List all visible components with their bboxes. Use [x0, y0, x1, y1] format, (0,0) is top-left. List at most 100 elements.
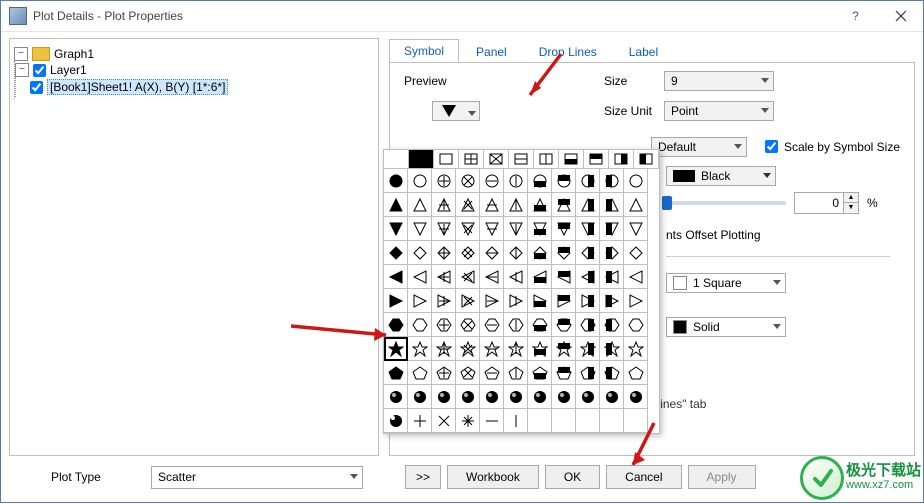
palette-cell-star-3[interactable]	[456, 337, 480, 361]
cancel-button[interactable]: Cancel	[606, 465, 681, 489]
palette-cell-sphere-7[interactable]	[552, 385, 576, 409]
palette-cell-diamond-4[interactable]	[480, 241, 504, 265]
palette-cell-triangle-down-3[interactable]	[456, 217, 480, 241]
plot-type-select[interactable]: Scatter	[151, 466, 363, 489]
palette-cell-circle-7[interactable]	[552, 169, 576, 193]
palette-cell-pentagon-8[interactable]	[576, 361, 600, 385]
palette-cell-star-9[interactable]	[600, 337, 624, 361]
palette-cell-sphere-5[interactable]	[504, 385, 528, 409]
palette-cell-pentagon-7[interactable]	[552, 361, 576, 385]
palette-cell-triangle-up-9[interactable]	[600, 193, 624, 217]
apply-button[interactable]: Apply	[688, 465, 756, 489]
palette-cell-triangle-down-8[interactable]	[576, 217, 600, 241]
palette-cell-hexagon-5[interactable]	[504, 313, 528, 337]
palette-cell-hexagon-1[interactable]	[408, 313, 432, 337]
palette-cell-triangle-down-0[interactable]	[384, 217, 408, 241]
palette-cell-sphere-6[interactable]	[528, 385, 552, 409]
palette-cell-triangle-down-1[interactable]	[408, 217, 432, 241]
palette-cell-sphere-1[interactable]	[408, 385, 432, 409]
palette-cell-pentagon-1[interactable]	[408, 361, 432, 385]
palette-cell-triangle-left-4[interactable]	[480, 265, 504, 289]
edge-thickness-combo[interactable]: Default	[651, 137, 747, 157]
palette-cell-pentagon-3[interactable]	[456, 361, 480, 385]
palette-cell-triangle-down-4[interactable]	[480, 217, 504, 241]
palette-cell-last-6[interactable]	[528, 409, 552, 433]
palette-cell-last-8[interactable]	[576, 409, 600, 433]
palette-cell-last-3[interactable]	[456, 409, 480, 433]
palette-cell-triangle-down-10[interactable]	[624, 217, 648, 241]
palette-cell-triangle-up-2[interactable]	[432, 193, 456, 217]
palette-cell-triangle-left-7[interactable]	[552, 265, 576, 289]
palette-cell-triangle-up-7[interactable]	[552, 193, 576, 217]
palette-cell-circle-4[interactable]	[480, 169, 504, 193]
palette-cell-triangle-down-6[interactable]	[528, 217, 552, 241]
palette-cell-triangle-down-9[interactable]	[600, 217, 624, 241]
palette-cell-triangle-up-3[interactable]	[456, 193, 480, 217]
palette-cell-circle-3[interactable]	[456, 169, 480, 193]
palette-cell-star-8[interactable]	[576, 337, 600, 361]
help-button[interactable]: ?	[833, 1, 878, 31]
palette-cell-circle-1[interactable]	[408, 169, 432, 193]
palette-cell-diamond-6[interactable]	[528, 241, 552, 265]
spinner-up-icon[interactable]: ▲	[844, 193, 858, 203]
palette-cell-sphere-0[interactable]	[384, 385, 408, 409]
collapse-icon[interactable]: −	[14, 47, 28, 61]
palette-cell-pentagon-5[interactable]	[504, 361, 528, 385]
palette-cell-circle-10[interactable]	[624, 169, 648, 193]
palette-cell-last-5[interactable]	[504, 409, 528, 433]
scale-by-symbol-checkbox[interactable]: Scale by Symbol Size	[761, 137, 900, 156]
palette-cell-pentagon-6[interactable]	[528, 361, 552, 385]
palette-cell-circle-6[interactable]	[528, 169, 552, 193]
palette-cell-triangle-left-0[interactable]	[384, 265, 408, 289]
ok-button[interactable]: OK	[545, 465, 600, 489]
symbol-palette-popup[interactable]	[383, 149, 660, 434]
workbook-button[interactable]: Workbook	[447, 465, 539, 489]
palette-cell-diamond-5[interactable]	[504, 241, 528, 265]
palette-cell-circle-2[interactable]	[432, 169, 456, 193]
palette-cell-circle-5[interactable]	[504, 169, 528, 193]
symbol-color-combo[interactable]: Black	[666, 166, 776, 186]
palette-cell-pentagon-9[interactable]	[600, 361, 624, 385]
palette-cell-hexagon-9[interactable]	[600, 313, 624, 337]
transparency-spinner[interactable]: ▲▼	[794, 192, 859, 214]
palette-cell-last-0[interactable]	[384, 409, 408, 433]
palette-cell-triangle-right-1[interactable]	[408, 289, 432, 313]
palette-cell-star-10[interactable]	[624, 337, 648, 361]
palette-cell-diamond-10[interactable]	[624, 241, 648, 265]
palette-cell-pentagon-0[interactable]	[384, 361, 408, 385]
palette-cell-triangle-up-0[interactable]	[384, 193, 408, 217]
palette-cell-triangle-down-7[interactable]	[552, 217, 576, 241]
tree-item-layer[interactable]: − Layer1	[15, 63, 374, 77]
palette-cell-triangle-right-0[interactable]	[384, 289, 408, 313]
palette-cell-last-9[interactable]	[600, 409, 624, 433]
palette-cell-star-2[interactable]	[432, 337, 456, 361]
tree-panel[interactable]: − Graph1 − Layer1	[9, 38, 379, 456]
palette-cell-triangle-left-5[interactable]	[504, 265, 528, 289]
palette-cell-triangle-down-2[interactable]	[432, 217, 456, 241]
palette-cell-diamond-1[interactable]	[408, 241, 432, 265]
palette-cell-star-7[interactable]	[552, 337, 576, 361]
palette-cell-triangle-right-6[interactable]	[528, 289, 552, 313]
tab-droplines[interactable]: Drop Lines	[524, 40, 612, 63]
palette-cell-hexagon-10[interactable]	[624, 313, 648, 337]
tree-item-graph[interactable]: − Graph1	[14, 47, 374, 61]
palette-cell-star-5[interactable]	[504, 337, 528, 361]
palette-cell-triangle-up-8[interactable]	[576, 193, 600, 217]
palette-cell-triangle-right-5[interactable]	[504, 289, 528, 313]
palette-cell-star-1[interactable]	[408, 337, 432, 361]
collapse-icon[interactable]: −	[15, 63, 29, 77]
palette-cell-star-6[interactable]	[528, 337, 552, 361]
palette-cell-triangle-right-9[interactable]	[600, 289, 624, 313]
size-unit-combo[interactable]: Point	[664, 101, 774, 121]
palette-cell-triangle-left-10[interactable]	[624, 265, 648, 289]
palette-cell-triangle-up-10[interactable]	[624, 193, 648, 217]
palette-cell-triangle-left-6[interactable]	[528, 265, 552, 289]
spinner-down-icon[interactable]: ▼	[844, 203, 858, 212]
palette-cell-triangle-right-10[interactable]	[624, 289, 648, 313]
tree-item-data[interactable]: [Book1]Sheet1! A(X), B(Y) [1*:6*]	[16, 79, 374, 95]
size-combo[interactable]: 9	[664, 71, 774, 91]
palette-cell-hexagon-6[interactable]	[528, 313, 552, 337]
palette-cell-circle-0[interactable]	[384, 169, 408, 193]
palette-cell-sphere-4[interactable]	[480, 385, 504, 409]
close-button[interactable]	[878, 1, 923, 31]
